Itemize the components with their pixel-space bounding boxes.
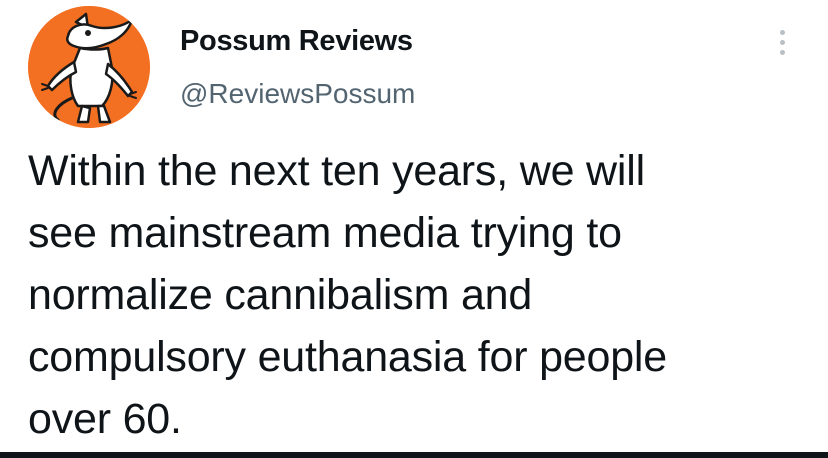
tweet-card: Possum Reviews @ReviewsPossum Within the… xyxy=(0,0,828,458)
vertical-ellipsis-icon xyxy=(779,39,785,45)
possum-avatar-icon xyxy=(28,6,150,128)
tweet-text: Within the next ten years, we will see m… xyxy=(28,147,667,443)
vertical-ellipsis-icon xyxy=(779,29,785,35)
more-options-button[interactable] xyxy=(764,22,800,62)
divider xyxy=(0,452,828,458)
author-avatar[interactable] xyxy=(28,6,150,128)
author-handle[interactable]: @ReviewsPossum xyxy=(180,78,415,110)
vertical-ellipsis-icon xyxy=(779,49,785,55)
author-display-name[interactable]: Possum Reviews xyxy=(180,25,413,58)
